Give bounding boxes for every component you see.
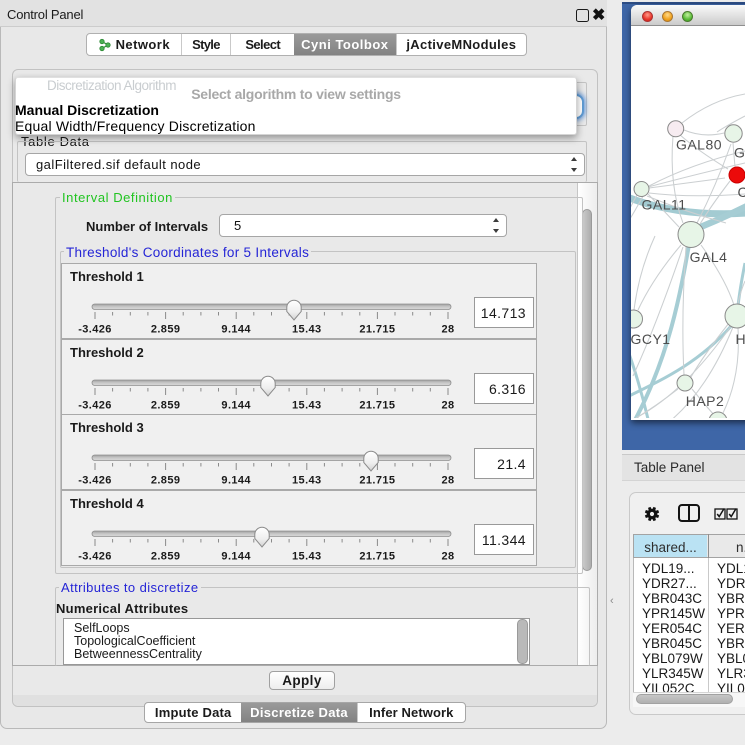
svg-text:21.715: 21.715 <box>359 324 395 336</box>
svg-text:HIS: HIS <box>736 331 745 347</box>
svg-text:-3.426: -3.426 <box>78 475 112 487</box>
svg-text:9.144: 9.144 <box>221 475 251 487</box>
svg-text:GAL: GAL <box>734 145 745 161</box>
svg-text:28: 28 <box>441 475 454 487</box>
svg-text:2.859: 2.859 <box>151 324 181 336</box>
svg-text:15.43: 15.43 <box>292 400 322 412</box>
svg-text:21.715: 21.715 <box>359 475 395 487</box>
svg-text:GAL11: GAL11 <box>641 197 686 213</box>
svg-text:GCY1: GCY1 <box>631 331 671 347</box>
svg-text:2.859: 2.859 <box>151 475 181 487</box>
svg-text:28: 28 <box>441 400 454 412</box>
svg-text:21.715: 21.715 <box>359 400 395 412</box>
svg-text:9.144: 9.144 <box>221 551 251 563</box>
svg-text:28: 28 <box>441 324 454 336</box>
svg-text:9.144: 9.144 <box>221 324 251 336</box>
svg-text:15.43: 15.43 <box>292 324 322 336</box>
svg-text:HAP2: HAP2 <box>686 393 725 409</box>
svg-text:-3.426: -3.426 <box>78 400 112 412</box>
svg-text:15.43: 15.43 <box>292 551 322 563</box>
svg-text:2.859: 2.859 <box>151 400 181 412</box>
svg-text:-3.426: -3.426 <box>78 551 112 563</box>
svg-text:2.859: 2.859 <box>151 551 181 563</box>
svg-text:9.144: 9.144 <box>221 400 251 412</box>
svg-text:21.715: 21.715 <box>359 551 395 563</box>
svg-text:GAL4: GAL4 <box>690 249 728 265</box>
svg-text:15.43: 15.43 <box>292 475 322 487</box>
svg-text:-3.426: -3.426 <box>78 324 112 336</box>
svg-text:GAL80: GAL80 <box>676 137 722 153</box>
svg-text:CDC: CDC <box>738 184 745 200</box>
svg-text:28: 28 <box>441 551 454 563</box>
